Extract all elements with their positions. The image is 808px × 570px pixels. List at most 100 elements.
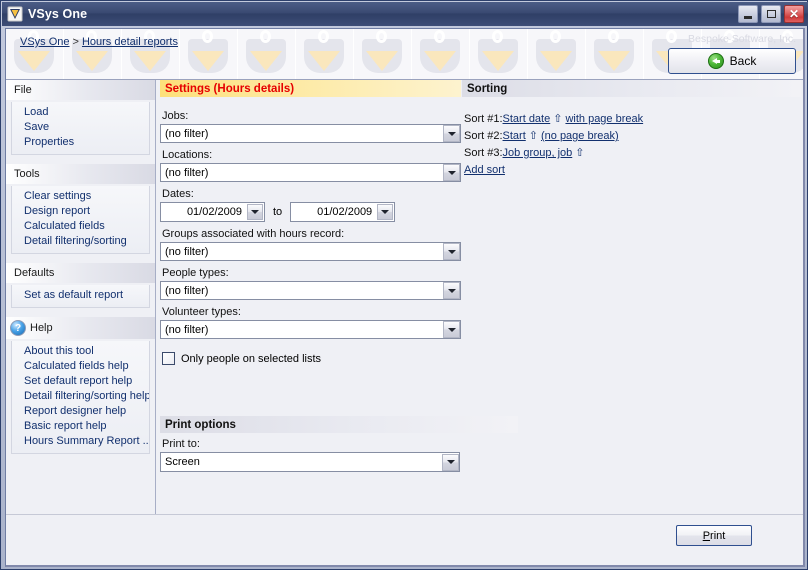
sort-1-pagebreak-link[interactable]: with page break (565, 113, 643, 125)
sidebar-item-calculated-fields[interactable]: Calculated fields (12, 219, 149, 234)
date-from-field[interactable]: 01/02/2009 (160, 202, 265, 222)
sidebar-item-detail-filtering-sorting-help[interactable]: Detail filtering/sorting help (12, 389, 149, 404)
people-types-filter-value: (no filter) (165, 284, 209, 297)
chevron-down-icon[interactable] (443, 164, 460, 181)
sidebar-item-basic-report-help[interactable]: Basic report help (12, 419, 149, 434)
sort-row-1: Sort #1:Start date ⇧ with page break (464, 111, 801, 128)
sorting-panel: Sort #1:Start date ⇧ with page break Sort … (462, 105, 801, 176)
sidebar-item-about-this-tool[interactable]: About this tool (12, 344, 149, 359)
chevron-down-icon[interactable] (377, 204, 394, 220)
footer-bar: Print (6, 514, 803, 565)
chevron-down-icon[interactable] (443, 321, 460, 338)
dates-label: Dates: (162, 188, 194, 200)
sort-3-field-link[interactable]: Job group, job (503, 147, 573, 159)
volunteer-types-label: Volunteer types: (162, 306, 241, 318)
sidebar-section-header-help: ? Help (6, 317, 155, 339)
print-to-combo[interactable]: Screen (160, 452, 460, 472)
maximize-button[interactable] (761, 5, 781, 23)
groups-filter-combo[interactable]: (no filter) (160, 242, 461, 261)
breadcrumb-root-link[interactable]: VSys One (20, 36, 70, 48)
date-to-field[interactable]: 01/02/2009 (290, 202, 396, 222)
sidebar: File Load Save Properties Tools Clear se… (6, 80, 156, 565)
window-frame: VSys One ✕ VSys One > Hours detail repor… (0, 0, 808, 570)
sort-3-direction-icon[interactable]: ⇧ (575, 147, 584, 159)
watermark-tile (180, 29, 238, 79)
sidebar-item-save[interactable]: Save (12, 120, 149, 135)
sidebar-section-help-label: Help (30, 322, 53, 334)
back-button[interactable]: Back (668, 48, 796, 74)
minimize-button[interactable] (738, 5, 758, 23)
locations-filter-combo[interactable]: (no filter) (160, 163, 461, 182)
sort-3-prefix: Sort #3: (464, 147, 503, 159)
watermark-tile (470, 29, 528, 79)
minimize-icon (744, 16, 752, 19)
watermark-tile (528, 29, 586, 79)
banner: VSys One > Hours detail reports Bespoke So… (6, 29, 803, 80)
help-question-icon: ? (10, 320, 26, 336)
jobs-filter-combo[interactable]: (no filter) (160, 124, 461, 143)
sidebar-section-header-tools: Tools (6, 164, 155, 184)
only-selected-lists-checkbox-row[interactable]: Only people on selected lists (162, 352, 461, 365)
back-button-label: Back (729, 54, 757, 68)
sidebar-item-design-report[interactable]: Design report (12, 204, 149, 219)
print-button-label: rint (710, 529, 726, 542)
people-types-label: People types: (162, 267, 229, 279)
sidebar-item-properties[interactable]: Properties (12, 135, 149, 150)
sidebar-item-hours-summary-report[interactable]: Hours Summary Report ... (12, 434, 149, 449)
sidebar-links-file: Load Save Properties (11, 102, 150, 155)
breadcrumb-current-link[interactable]: Hours detail reports (82, 36, 178, 48)
only-selected-lists-checkbox[interactable] (162, 352, 175, 365)
settings-panel-header: Settings (Hours details) (160, 80, 461, 97)
print-to-value: Screen (165, 456, 200, 468)
volunteer-types-filter-combo[interactable]: (no filter) (160, 320, 461, 339)
sidebar-links-tools: Clear settings Design report Calculated … (11, 186, 150, 254)
sort-row-2: Sort #2:Start ⇧ (no page break) (464, 128, 801, 145)
sort-2-pagebreak-link[interactable]: (no page break) (541, 130, 619, 142)
sidebar-links-defaults: Set as default report (11, 285, 150, 308)
back-arrow-icon (707, 53, 724, 69)
watermark-tile (238, 29, 296, 79)
people-types-filter-combo[interactable]: (no filter) (160, 281, 461, 300)
sorting-panel-header: Sorting (462, 80, 801, 97)
vsys-logo-icon (7, 6, 23, 22)
sort-1-direction-icon[interactable]: ⇧ (553, 113, 562, 125)
print-to-label: Print to: (162, 438, 200, 450)
watermark-tile (354, 29, 412, 79)
maximize-icon (766, 10, 776, 18)
main-content: Settings (Hours details) Jobs: (no filte… (157, 80, 803, 565)
close-icon: ✕ (788, 7, 800, 21)
sidebar-item-calculated-fields-help[interactable]: Calculated fields help (12, 359, 149, 374)
print-options-panel: Print to: Screen (160, 416, 518, 472)
close-button[interactable]: ✕ (784, 5, 804, 23)
sort-2-field-link[interactable]: Start (503, 130, 526, 142)
sidebar-item-set-default-report-help[interactable]: Set default report help (12, 374, 149, 389)
sort-row-3: Sort #3:Job group, job ⇧ (464, 145, 801, 162)
sort-1-field-link[interactable]: Start date (503, 113, 551, 125)
sidebar-item-clear-settings[interactable]: Clear settings (12, 189, 149, 204)
groups-label: Groups associated with hours record: (162, 228, 345, 240)
chevron-down-icon[interactable] (442, 453, 459, 471)
chevron-down-icon[interactable] (443, 282, 460, 299)
print-button-accel: P (702, 529, 711, 542)
chevron-down-icon[interactable] (247, 204, 263, 220)
locations-label: Locations: (162, 149, 213, 161)
sidebar-item-detail-filtering-sorting[interactable]: Detail filtering/sorting (12, 234, 149, 249)
chevron-down-icon[interactable] (443, 243, 460, 260)
watermark-tile (296, 29, 354, 79)
breadcrumb-separator: > (72, 36, 79, 48)
sidebar-item-set-as-default-report[interactable]: Set as default report (12, 288, 149, 303)
settings-panel: Jobs: (no filter) Locations: (no filter)… (160, 105, 461, 365)
sidebar-item-load[interactable]: Load (12, 105, 149, 120)
sidebar-links-help: About this tool Calculated fields help S… (11, 341, 150, 454)
chevron-down-icon[interactable] (443, 125, 460, 142)
sidebar-item-report-designer-help[interactable]: Report designer help (12, 404, 149, 419)
locations-filter-value: (no filter) (165, 166, 209, 179)
sort-2-prefix: Sort #2: (464, 130, 503, 142)
watermark-tile (586, 29, 644, 79)
print-button[interactable]: Print (676, 525, 752, 546)
sort-2-direction-icon[interactable]: ⇧ (529, 130, 538, 142)
add-sort-link[interactable]: Add sort (464, 164, 505, 176)
title-bar: VSys One ✕ (2, 2, 808, 26)
